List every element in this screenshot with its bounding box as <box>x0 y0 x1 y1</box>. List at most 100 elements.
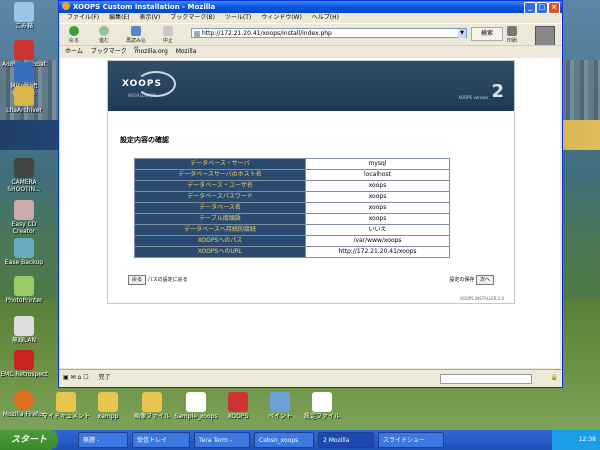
table-row: データベースへ持続的接続 いいえ <box>134 224 450 236</box>
desktop-icon-photo[interactable]: PhotoPrinter <box>0 276 48 304</box>
print-button[interactable]: 印刷 <box>501 26 523 44</box>
desktop-icon-emc[interactable]: EMC Retrospect <box>0 350 48 378</box>
version-number: 2 <box>491 81 504 102</box>
setting-value: localhost <box>305 169 450 181</box>
stop-button[interactable]: 中止 <box>157 26 179 44</box>
taskbar-item[interactable]: Tera Term - <box>194 432 250 448</box>
setting-key: データベースサーバのホスト名 <box>134 169 306 181</box>
window-title: XOOPS Custom Installation - Mozilla <box>73 3 216 11</box>
window-titlebar[interactable]: XOOPS Custom Installation - Mozilla _ □ … <box>59 1 562 14</box>
page-title: 設定内容の確認 <box>120 136 169 144</box>
page-content: XOOPS INSTALLATION XOOPS version 2 設定内容の… <box>60 58 560 368</box>
desktop-icon-lha[interactable]: LhaArchiver <box>0 86 48 114</box>
setting-value: xoops <box>305 213 450 225</box>
desktop-icon-label: EMC Retrospect <box>0 371 48 378</box>
menu-view[interactable]: 表示(V) <box>139 14 160 21</box>
desktop-icon-settings-file[interactable]: 設定ファイル <box>298 392 346 420</box>
print-label: 印刷 <box>506 38 517 44</box>
back-arrow-icon <box>69 26 79 36</box>
desktop-icon-label: XOOPS <box>227 413 249 420</box>
menu-edit[interactable]: 編集(E) <box>109 14 129 21</box>
firefox-icon[interactable]: Mozilla Firefox <box>0 390 48 418</box>
setting-key: データベース名 <box>134 202 306 214</box>
desktop-icon-label: 設定ファイル <box>303 413 340 420</box>
installer-footer: XOOPS INSTALLER 2.0 <box>460 296 504 301</box>
desktop-icon-label: マイドキュメント <box>42 413 91 420</box>
desktop-icon-label: ペイント <box>267 413 292 420</box>
setting-value: /var/www/xoops <box>305 235 450 247</box>
desktop-icon-wlan[interactable]: 無線LAN <box>0 316 48 344</box>
menu-help[interactable]: ヘルプ(H) <box>312 14 339 21</box>
table-row: データベース名 xoops <box>134 202 450 214</box>
forward-arrow-icon <box>99 26 109 36</box>
xoops-install-page: XOOPS INSTALLATION XOOPS version 2 設定内容の… <box>107 60 515 304</box>
mozilla-throbber-icon <box>535 26 555 46</box>
table-row: データベースパスワード xoops <box>134 191 450 203</box>
desktop-icon-backup[interactable]: Ease Backup <box>0 238 48 266</box>
status-icons: ▣ ✉ ⌂ ☐ <box>63 374 89 381</box>
setting-value: xoops <box>305 202 450 214</box>
bookmark-home[interactable]: ホーム <box>65 48 83 55</box>
desktop-icon-label: ごみ箱 <box>14 23 33 30</box>
bookmark-mozilla-org[interactable]: mozilla.org <box>135 48 168 55</box>
url-bar[interactable]: http://172.21.20.41/xoops/install/index.… <box>191 28 467 38</box>
desktop-icon-sample-xoops[interactable]: Sample_xoops <box>172 392 220 420</box>
desktop-icon-label: Ease Backup <box>4 259 44 266</box>
chevron-down-icon[interactable]: ▼ <box>458 29 466 38</box>
desktop-icon-label: Easy CD Creator <box>11 221 37 235</box>
taskbar-item[interactable]: 受信トレイ <box>132 432 190 448</box>
menu-bookmarks[interactable]: ブックマーク(B) <box>170 14 215 21</box>
bookmarks-bar: ホーム ブックマーク mozilla.org Mozilla <box>59 45 562 58</box>
taskbar-item[interactable]: 無題 - <box>78 432 128 448</box>
desktop-icon-label: LhaArchiver <box>6 107 42 114</box>
desktop-icon-label: 画像ファイル <box>133 413 170 420</box>
folder-icon[interactable]: マイドキュメント <box>42 392 90 420</box>
desktop-icon-camera[interactable]: CAMERA SHOOTIN... <box>0 158 48 193</box>
menu-bar: ファイル(F) 編集(E) 表示(V) ブックマーク(B) ツール(T) ウィン… <box>59 13 562 23</box>
logo-subtitle: INSTALLATION <box>128 93 157 98</box>
stop-icon <box>163 26 173 36</box>
back-step-text: パスの設定に戻る <box>147 277 188 283</box>
folder-icon[interactable]: 画像ファイル <box>128 392 176 420</box>
recycle-bin-icon[interactable]: ごみ箱 <box>0 2 48 30</box>
folder-icon[interactable]: xampp <box>84 392 132 420</box>
settings-table: データベース・サーバ mysql データベースサーバのホスト名 localhost … <box>134 158 450 258</box>
setting-value: http://172.21.20.41/xoops <box>305 246 450 258</box>
menu-file[interactable]: ファイル(F) <box>67 14 99 21</box>
menu-tools[interactable]: ツール(T) <box>225 14 251 21</box>
xoops-logo: XOOPS <box>122 79 162 89</box>
desktop-icon-label: PhotoPrinter <box>5 297 43 304</box>
next-step-button[interactable]: 次へ <box>475 275 494 285</box>
table-row: データベース・ユーザ名 xoops <box>134 180 450 192</box>
menu-window[interactable]: ウィンドウ(W) <box>261 14 302 21</box>
progress-bar <box>440 374 532 384</box>
setting-key: データベースパスワード <box>134 191 306 203</box>
table-row: XOOPSへのURL http://172.21.20.41/xoops <box>134 246 450 258</box>
setting-value: xoops <box>305 180 450 192</box>
back-button[interactable]: 戻る <box>63 26 85 44</box>
setting-key: データベース・ユーザ名 <box>134 180 306 192</box>
setting-key: XOOPSへのパス <box>134 235 306 247</box>
taskbar-item[interactable]: スライドショー <box>378 432 444 448</box>
desktop-icon-xoops[interactable]: XOOPS <box>214 392 262 420</box>
status-bar: ▣ ✉ ⌂ ☐ 完了 🔒 <box>59 369 562 386</box>
start-button[interactable]: スタート <box>0 430 58 450</box>
xoops-banner: XOOPS INSTALLATION XOOPS version 2 <box>108 61 514 111</box>
paint-icon[interactable]: ペイント <box>256 392 304 420</box>
taskbar-item[interactable]: Cebsn_xoops <box>254 432 314 448</box>
url-text: http://172.21.20.41/xoops/install/index.… <box>202 30 332 37</box>
setting-key: データベース・サーバ <box>134 158 306 170</box>
table-row: テーブル接頭語 xoops <box>134 213 450 225</box>
back-step-button[interactable]: 戻る <box>128 275 147 285</box>
desktop-icon-cd[interactable]: Easy CD Creator <box>0 200 48 235</box>
taskbar-item[interactable]: 2 Mozilla <box>318 432 374 448</box>
table-row: データベースサーバのホスト名 localhost <box>134 169 450 181</box>
bookmark-mozilla[interactable]: Mozilla <box>176 48 197 55</box>
status-text: 完了 <box>98 374 111 381</box>
forward-label: 進む <box>98 38 109 44</box>
table-row: データベース・サーバ mysql <box>134 158 450 170</box>
bookmark-bookmarks[interactable]: ブックマーク <box>91 48 127 55</box>
search-button[interactable]: 検索 <box>471 27 503 41</box>
version-label: XOOPS version <box>458 95 488 100</box>
forward-button[interactable]: 進む <box>93 26 115 44</box>
